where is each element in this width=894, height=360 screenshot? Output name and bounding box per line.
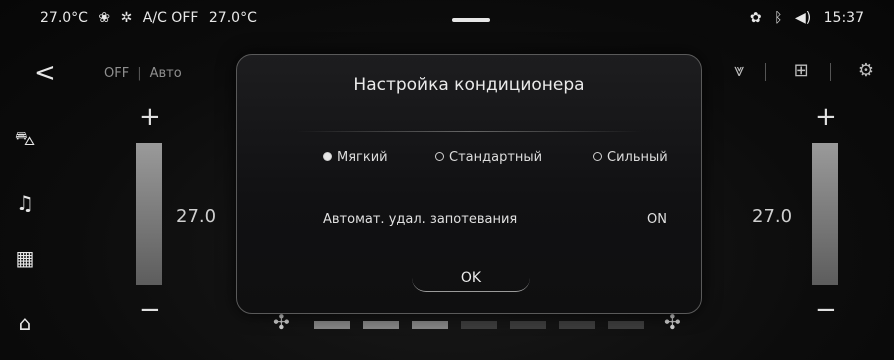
- fan-segment[interactable]: [314, 321, 350, 329]
- status-right-temp: 27.0°C: [208, 10, 257, 26]
- radio-icon: [593, 152, 602, 161]
- fan-segment[interactable]: [412, 321, 448, 329]
- status-ac: A/C OFF: [142, 10, 199, 26]
- left-temp-bar[interactable]: [136, 143, 162, 285]
- fan-segment[interactable]: [608, 321, 644, 329]
- auto-defog-label: Автомат. удал. запотевания: [323, 212, 518, 227]
- ac-icon: ✲: [120, 10, 133, 26]
- left-temp-value: 27.0: [176, 206, 217, 227]
- mode-selector: OFF | Авто: [104, 66, 182, 81]
- right-temp-bar[interactable]: [812, 143, 838, 285]
- option-standard-label: Стандартный: [449, 150, 543, 165]
- settings-icon[interactable]: ⚙: [858, 60, 874, 81]
- radio-icon: [435, 152, 444, 161]
- fan-level-icon: ❀: [98, 10, 111, 26]
- dialog-divider: [297, 131, 641, 132]
- music-icon[interactable]: ♫: [12, 190, 38, 216]
- fan-segment[interactable]: [461, 321, 497, 329]
- fan-segment[interactable]: [510, 321, 546, 329]
- left-temp-plus-button[interactable]: +: [139, 104, 161, 130]
- fan-segment[interactable]: [363, 321, 399, 329]
- option-strong-label: Сильный: [607, 150, 668, 165]
- mode-auto[interactable]: Авто: [150, 66, 182, 81]
- back-button[interactable]: <: [34, 60, 56, 86]
- ok-button[interactable]: OK: [412, 265, 530, 292]
- fan-segment[interactable]: [559, 321, 595, 329]
- apps-grid-icon[interactable]: ▦: [12, 245, 38, 271]
- status-left-temp: 27.0°C: [40, 10, 88, 26]
- car-icon[interactable]: ⛍: [12, 125, 38, 151]
- front-defrost-icon[interactable]: ⩔: [734, 60, 744, 81]
- option-standard[interactable]: Стандартный: [435, 150, 542, 165]
- ac-settings-dialog: Настройка кондиционера Мягкий Стандартны…: [236, 54, 702, 314]
- settings-cog-icon: ✿: [749, 10, 762, 26]
- pull-down-handle[interactable]: [452, 18, 490, 22]
- left-temp-minus-button[interactable]: −: [139, 297, 161, 323]
- status-right: ✿ ᛒ ◀) 15:37: [742, 10, 864, 26]
- right-temp-minus-button[interactable]: −: [815, 297, 837, 323]
- option-soft[interactable]: Мягкий: [323, 150, 388, 165]
- dialog-title: Настройка кондиционера: [353, 75, 585, 95]
- mode-off[interactable]: OFF: [104, 66, 129, 81]
- radio-icon: [323, 152, 332, 161]
- right-temp-value: 27.0: [752, 206, 793, 227]
- auto-defog-toggle[interactable]: ON: [647, 212, 667, 227]
- status-time: 15:37: [823, 10, 864, 26]
- status-bar: 27.0°C ❀ ✲ A/C OFF 27.0°C ✿ ᛒ ◀) 15:37: [0, 0, 894, 36]
- mode-separator: |: [137, 66, 142, 81]
- rear-defrost-icon[interactable]: ⊞: [794, 60, 809, 81]
- option-soft-label: Мягкий: [337, 150, 388, 165]
- right-temp-plus-button[interactable]: +: [815, 104, 837, 130]
- divider: [829, 62, 831, 81]
- option-strong[interactable]: Сильный: [593, 150, 668, 165]
- divider: [765, 62, 767, 81]
- bluetooth-icon: ᛒ: [774, 10, 783, 26]
- home-icon[interactable]: ⌂: [12, 310, 38, 336]
- volume-icon: ◀): [794, 10, 812, 26]
- top-icons: ⩔ ⊞ ⚙: [712, 60, 874, 81]
- climate-screen: 27.0°C ❀ ✲ A/C OFF 27.0°C ✿ ᛒ ◀) 15:37 <…: [0, 0, 894, 360]
- status-left: 27.0°C ❀ ✲ A/C OFF 27.0°C: [40, 10, 263, 26]
